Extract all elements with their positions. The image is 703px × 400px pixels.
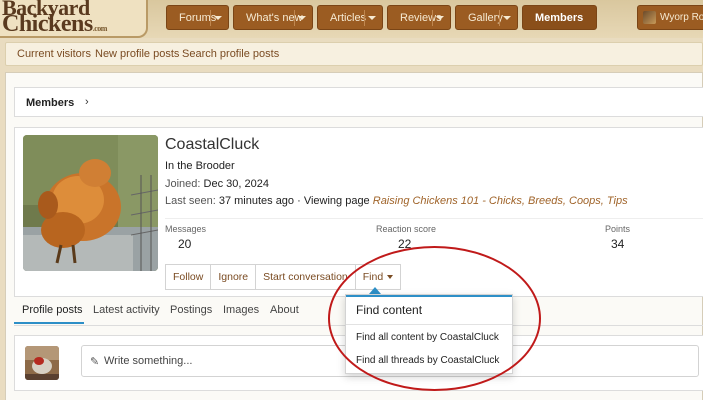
nav-divider	[294, 10, 295, 26]
chevron-down-icon	[387, 275, 394, 279]
breadcrumb: Members ›	[14, 87, 703, 117]
menu-divider	[346, 324, 512, 325]
tab-profile-posts[interactable]: Profile posts	[22, 304, 83, 316]
stats-divider	[165, 218, 703, 219]
stat-points-value[interactable]: 34	[611, 237, 624, 251]
stat-messages-value[interactable]: 20	[178, 237, 191, 251]
nav-tab-label: Members	[535, 11, 584, 24]
nav-divider	[499, 10, 500, 26]
logo-suffix: .com	[92, 24, 108, 33]
joined-label: Joined:	[165, 178, 201, 190]
viewing-page-link[interactable]: Raising Chickens 101 - Chicks, Breeds, C…	[373, 195, 628, 207]
chevron-down-icon[interactable]	[368, 16, 376, 20]
nav-tab-whats-new[interactable]: What's new	[233, 5, 313, 30]
stat-reaction-label: Reaction score	[376, 224, 437, 234]
profile-user-title: In the Brooder	[165, 160, 235, 172]
subnav-new-profile-posts[interactable]: New profile posts	[95, 48, 179, 60]
start-conversation-button[interactable]: Start conversation	[256, 265, 356, 289]
find-all-threads-item[interactable]: Find all threads by CoastalCluck	[356, 355, 499, 366]
site-logo[interactable]: Backyard Chickens.com	[0, 0, 148, 38]
user-menu-button[interactable]: Wyorp Roc	[637, 5, 703, 30]
subnav-search-profile-posts[interactable]: Search profile posts	[182, 48, 279, 60]
find-dropdown-menu: Find content Find all content by Coastal…	[345, 294, 513, 374]
logo-line2-text: Chickens	[2, 11, 93, 37]
joined-date: Dec 30, 2024	[203, 178, 269, 190]
user-menu-label: Wyorp Roc	[660, 12, 703, 23]
tab-about[interactable]: About	[270, 304, 299, 316]
member-header: CoastalCluck In the Brooder Joined: Dec …	[14, 127, 703, 297]
sub-navigation: Current visitors New profile posts Searc…	[5, 42, 703, 66]
breadcrumb-members[interactable]: Members	[26, 97, 74, 109]
nav-tab-reviews[interactable]: Reviews	[387, 5, 451, 30]
find-button-label: Find	[362, 271, 384, 283]
stat-points-label: Points	[605, 224, 631, 234]
nav-tab-label: Articles	[330, 11, 367, 24]
composer-avatar	[25, 346, 59, 380]
site-header: Backyard Chickens.com Forums What's new …	[0, 0, 703, 38]
tab-latest-activity[interactable]: Latest activity	[93, 304, 160, 316]
find-menu-header: Find content	[356, 303, 423, 317]
ignore-button[interactable]: Ignore	[211, 265, 257, 289]
user-avatar	[643, 11, 656, 24]
profile-last-seen: Last seen: 37 minutes ago · Viewing page…	[165, 195, 628, 207]
chevron-down-icon[interactable]	[503, 16, 511, 20]
profile-joined: Joined: Dec 30, 2024	[165, 178, 269, 190]
chevron-right-icon: ›	[85, 96, 89, 108]
nav-tab-forums[interactable]: Forums	[166, 5, 229, 30]
pencil-icon: ✎	[90, 356, 100, 368]
chevron-down-icon[interactable]	[298, 16, 306, 20]
subnav-current-visitors[interactable]: Current visitors	[17, 48, 91, 60]
menu-pointer	[369, 287, 381, 294]
nav-tab-members[interactable]: Members	[522, 5, 597, 30]
chicken-photo-icon	[23, 135, 158, 271]
viewing-text: · Viewing page	[297, 195, 370, 207]
profile-avatar[interactable]	[23, 135, 158, 271]
find-all-content-item[interactable]: Find all content by CoastalCluck	[356, 332, 499, 343]
last-seen-label: Last seen:	[165, 195, 216, 207]
nav-divider	[432, 10, 433, 26]
write-something-placeholder: Write something...	[104, 355, 193, 367]
nav-tab-articles[interactable]: Articles	[317, 5, 383, 30]
profile-username: CoastalCluck	[165, 136, 260, 153]
active-tab-indicator	[14, 322, 84, 324]
find-button[interactable]: Find	[355, 265, 401, 289]
tab-images[interactable]: Images	[223, 304, 259, 316]
logo-line2: Chickens.com	[2, 11, 108, 37]
avatar-photo-icon	[25, 346, 59, 380]
last-seen-value: 37 minutes ago	[218, 195, 295, 207]
stat-reaction-value[interactable]: 22	[398, 237, 411, 251]
menu-accent-bar	[346, 295, 512, 297]
tab-postings[interactable]: Postings	[170, 304, 212, 316]
chevron-down-icon[interactable]	[214, 16, 222, 20]
follow-button[interactable]: Follow	[166, 265, 212, 289]
nav-tab-label: Gallery	[468, 11, 503, 24]
nav-divider	[210, 10, 211, 26]
member-action-buttons: Follow Ignore Start conversation Find	[165, 264, 402, 290]
nav-tab-gallery[interactable]: Gallery	[455, 5, 518, 30]
nav-divider	[364, 10, 365, 26]
chevron-down-icon[interactable]	[436, 16, 444, 20]
stat-messages-label: Messages	[165, 224, 207, 234]
